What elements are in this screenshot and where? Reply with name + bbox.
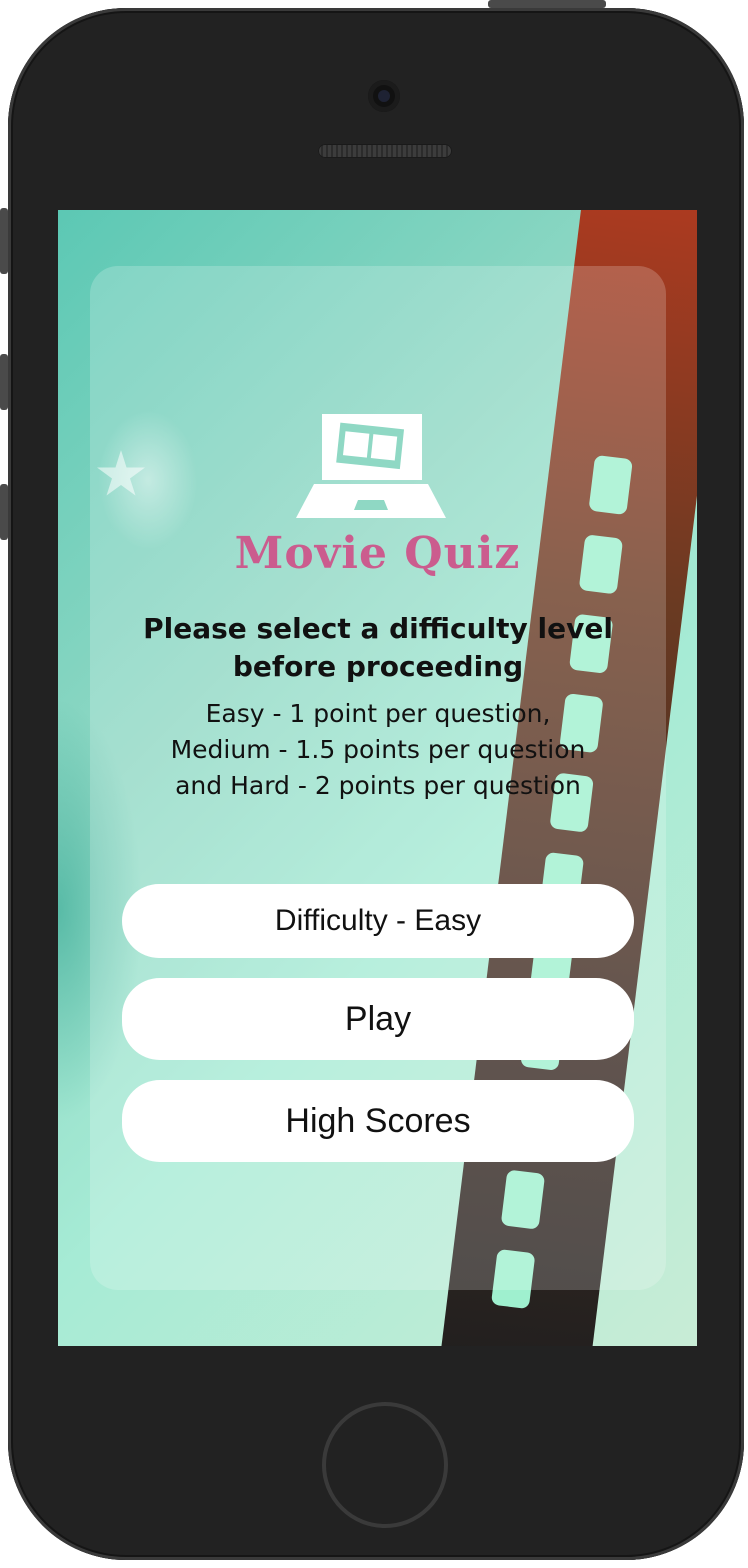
mute-switch <box>0 208 8 274</box>
volume-down-button <box>0 484 8 540</box>
scoring-line-easy: Easy - 1 point per question, <box>205 699 551 728</box>
play-button[interactable]: Play <box>122 978 634 1060</box>
instruction-heading: Please select a difficulty level before … <box>143 612 613 683</box>
difficulty-button[interactable]: Difficulty - Easy <box>122 884 634 958</box>
front-camera <box>368 80 400 112</box>
scoring-line-medium: Medium - 1.5 points per question <box>170 735 586 764</box>
home-button[interactable] <box>322 1402 448 1528</box>
app-screen: Movie Quiz Please select a difficulty le… <box>58 210 697 1346</box>
scoring-line-hard: and Hard - 2 points per question <box>175 771 581 800</box>
earpiece-speaker <box>318 144 452 158</box>
volume-up-button <box>0 354 8 410</box>
laptop-film-icon <box>296 414 446 518</box>
high-scores-button[interactable]: High Scores <box>122 1080 634 1162</box>
app-title: Movie Quiz <box>234 528 521 579</box>
power-button <box>488 0 606 8</box>
scoring-description: Easy - 1 point per question, Medium - 1.… <box>118 696 638 804</box>
